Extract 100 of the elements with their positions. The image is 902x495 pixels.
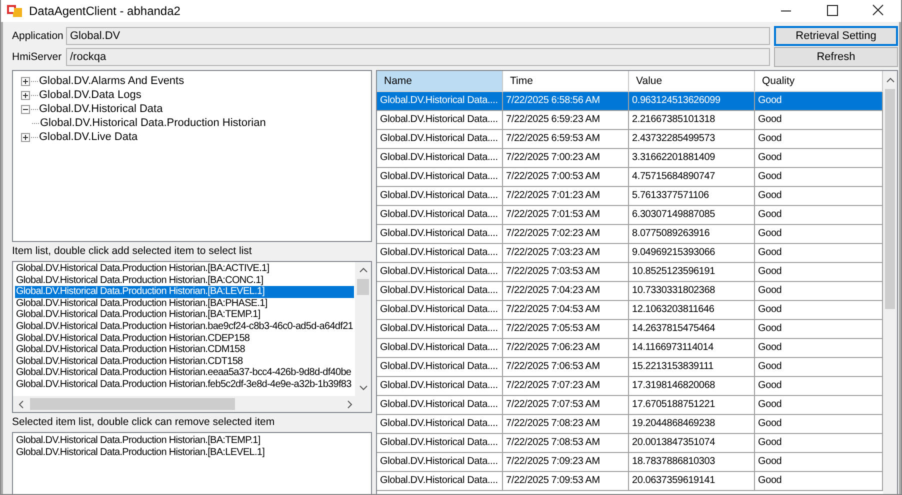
column-header[interactable]: Value: [629, 71, 755, 91]
table-cell: 7/22/2025 7:09:23 AM: [503, 453, 629, 471]
table-cell: Global.DV.Historical Data....: [377, 187, 503, 205]
table-row[interactable]: Global.DV.Historical Data.... 7/22/2025 7:06:53 AM 15.2213153839111 Good: [377, 358, 883, 377]
table-row[interactable]: Global.DV.Historical Data.... 7/22/2025 6:58:56 AM 0.963124513626099 Good: [377, 92, 883, 111]
table-cell: 7/22/2025 7:04:53 AM: [503, 301, 629, 319]
scroll-up-icon[interactable]: [358, 267, 368, 273]
list-item[interactable]: Global.DV.Historical Data.Production Historian.[BA:LEVEL.1]: [15, 286, 354, 298]
vertical-scrollbar[interactable]: [355, 262, 371, 396]
table-cell: 15.2213153839111: [629, 358, 755, 376]
expand-icon[interactable]: [21, 90, 30, 100]
table-cell: 7/22/2025 7:06:23 AM: [503, 339, 629, 357]
table-cell: 2.21667385101318: [629, 111, 755, 129]
table-cell: 7/22/2025 6:59:53 AM: [503, 130, 629, 148]
table-row[interactable]: Global.DV.Historical Data.... 7/22/2025 7:06:23 AM 14.1166973114014 Good: [377, 339, 883, 358]
table-row[interactable]: Global.DV.Historical Data.... 7/22/2025 7:03:23 AM 9.04969215393066 Good: [377, 244, 883, 263]
table-cell: 7/22/2025 7:04:23 AM: [503, 282, 629, 300]
table-cell: 10.7330331802368: [629, 282, 755, 300]
table-cell: 7/22/2025 7:05:53 AM: [503, 320, 629, 338]
table-row[interactable]: Global.DV.Historical Data.... 7/22/2025 7:03:53 AM 10.8525123596191 Good: [377, 263, 883, 282]
table-row[interactable]: Global.DV.Historical Data.... 7/22/2025 7:00:23 AM 3.31662201881409 Good: [377, 149, 883, 168]
list-item[interactable]: Global.DV.Historical Data.Production Historian.[BA:TEMP.1]: [15, 309, 355, 321]
table-cell: 20.0637359619141: [629, 472, 755, 490]
list-item[interactable]: Global.DV.Historical Data.Production Historian.CDT158: [15, 356, 355, 368]
table-cell: 6.30307149887085: [629, 206, 755, 224]
scroll-up-icon[interactable]: [886, 77, 894, 83]
table-row[interactable]: Global.DV.Historical Data.... 7/22/2025 6:59:23 AM 2.21667385101318 Good: [377, 111, 883, 130]
list-item[interactable]: Global.DV.Historical Data.Production Historian.[BA:PHASE.1]: [15, 298, 355, 310]
table-row[interactable]: Global.DV.Historical Data.... 7/22/2025 7:01:53 AM 6.30307149887085 Good: [377, 206, 883, 225]
list-item[interactable]: Global.DV.Historical Data.Production Historian.CDEP158: [15, 332, 355, 344]
table-cell: 3.31662201881409: [629, 149, 755, 167]
scroll-thumb[interactable]: [357, 279, 369, 295]
table-cell: Global.DV.Historical Data....: [377, 149, 503, 167]
text-field[interactable]: Global.DV: [66, 27, 770, 45]
list-caption: Item list, double click add selected item to select list: [12, 244, 253, 259]
table-cell: Global.DV.Historical Data....: [377, 244, 503, 262]
table-row[interactable]: Global.DV.Historical Data.... 7/22/2025 7:01:23 AM 5.7613377571106 Good: [377, 187, 883, 206]
scroll-left-icon[interactable]: [18, 400, 24, 408]
table-cell: 7/22/2025 6:59:23 AM: [503, 111, 629, 129]
text-field[interactable]: /rockqa: [66, 48, 770, 66]
tree-item[interactable]: Global.DV.Live Data: [39, 131, 138, 143]
table-cell: Global.DV.Historical Data....: [377, 168, 503, 186]
table-row[interactable]: Global.DV.Historical Data.... 7/22/2025 7:05:53 AM 14.2637815475464 Good: [377, 320, 883, 339]
table-cell: 2.43732285499573: [629, 130, 755, 148]
scroll-down-icon[interactable]: [358, 385, 368, 391]
tree-item[interactable]: Global.DV.Historical Data.Production Historian: [40, 117, 266, 129]
table-cell: 7/22/2025 7:03:53 AM: [503, 263, 629, 281]
list-item[interactable]: Global.DV.Historical Data.Production Historian.CDM158: [15, 344, 355, 356]
collapse-icon[interactable]: [21, 104, 30, 114]
field-label: Application: [12, 30, 64, 42]
table-cell: 7/22/2025 7:03:23 AM: [503, 244, 629, 262]
table-cell: Global.DV.Historical Data....: [377, 320, 503, 338]
table-cell: Global.DV.Historical Data....: [377, 415, 503, 433]
table-row[interactable]: Global.DV.Historical Data.... 7/22/2025 7:08:23 AM 19.2044868469238 Good: [377, 415, 883, 434]
column-header[interactable]: Time: [503, 71, 629, 91]
tree-item[interactable]: Global.DV.Alarms And Events: [39, 75, 184, 87]
table-cell: 5.7613377571106: [629, 187, 755, 205]
tree-item[interactable]: Global.DV.Data Logs: [39, 89, 142, 101]
table-cell: 7/22/2025 6:58:56 AM: [503, 92, 629, 110]
table-row[interactable]: Global.DV.Historical Data.... 7/22/2025 7:00:53 AM 4.75715684890747 Good: [377, 168, 883, 187]
tree-item[interactable]: Global.DV.Historical Data: [39, 103, 163, 115]
table-row[interactable]: Global.DV.Historical Data.... 7/22/2025 7:09:53 AM 20.0637359619141 Good: [377, 472, 883, 491]
table-cell: 7/22/2025 7:01:53 AM: [503, 206, 629, 224]
table-cell: 7/22/2025 7:01:23 AM: [503, 187, 629, 205]
list-item[interactable]: Global.DV.Historical Data.Production Historian.[BA:LEVEL.1]: [15, 446, 371, 458]
table-row[interactable]: Global.DV.Historical Data.... 7/22/2025 7:04:53 AM 12.1063203811646 Good: [377, 301, 883, 320]
column-header[interactable]: Name: [377, 71, 503, 91]
list-item[interactable]: Global.DV.Historical Data.Production Historian.feb5c2df-3e8d-4e9e-a32b-1b39f83: [15, 378, 355, 391]
table-cell: Global.DV.Historical Data....: [377, 92, 503, 110]
table-cell: 14.1166973114014: [629, 339, 755, 357]
vertical-scrollbar[interactable]: [883, 71, 897, 494]
table-row[interactable]: Global.DV.Historical Data.... 7/22/2025 7:02:23 AM 8.0775089263916 Good: [377, 225, 883, 244]
table-row[interactable]: Global.DV.Historical Data.... 7/22/2025 7:07:23 AM 17.3198146820068 Good: [377, 377, 883, 396]
table-cell: Global.DV.Historical Data....: [377, 396, 503, 414]
table-row[interactable]: Global.DV.Historical Data.... 7/22/2025 7:07:53 AM 17.6705188751221 Good: [377, 396, 883, 415]
table-cell: Global.DV.Historical Data....: [377, 282, 503, 300]
list-item[interactable]: Global.DV.Historical Data.Production Historian.[BA:ACTIVE.1]: [15, 263, 355, 275]
table-cell: Global.DV.Historical Data....: [377, 472, 503, 490]
expand-icon[interactable]: [21, 76, 30, 86]
table-row[interactable]: Global.DV.Historical Data.... 7/22/2025 6:59:53 AM 2.43732285499573 Good: [377, 130, 883, 149]
action-button[interactable]: Refresh: [774, 47, 898, 67]
scroll-right-icon[interactable]: [347, 400, 353, 408]
table-row[interactable]: Global.DV.Historical Data.... 7/22/2025 7:04:23 AM 10.7330331802368 Good: [377, 282, 883, 301]
list-item[interactable]: Global.DV.Historical Data.Production Historian.[BA:TEMP.1]: [15, 435, 371, 447]
list-item[interactable]: Global.DV.Historical Data.Production Historian.eeaa5a37-bcc4-426b-9d8d-df40be: [15, 367, 355, 379]
list-item[interactable]: Global.DV.Historical Data.Production Historian.bae9cf24-c8b3-46c0-ad5d-a64df21: [15, 320, 355, 333]
table-cell: 19.2044868469238: [629, 415, 755, 433]
table-row[interactable]: Global.DV.Historical Data.... 7/22/2025 7:09:23 AM 18.7837886810303 Good: [377, 453, 883, 472]
scroll-thumb[interactable]: [30, 398, 235, 410]
list-item[interactable]: Global.DV.Historical Data.Production Historian.[BA:CONC.1]: [15, 274, 355, 286]
action-button[interactable]: Retrieval Setting: [774, 26, 898, 46]
table-cell: 7/22/2025 7:09:53 AM: [503, 472, 629, 490]
table-row[interactable]: Global.DV.Historical Data.... 7/22/2025 7:08:53 AM 20.0013847351074 Good: [377, 434, 883, 453]
expand-icon[interactable]: [21, 132, 30, 142]
field-label: HmiServer: [12, 51, 63, 63]
table-cell: 18.7837886810303: [629, 453, 755, 471]
app-icon: [7, 4, 23, 18]
horizontal-scrollbar[interactable]: [13, 396, 371, 412]
list-caption: Selected item list, double click can remove selected item: [12, 415, 276, 430]
scroll-thumb[interactable]: [885, 89, 895, 309]
